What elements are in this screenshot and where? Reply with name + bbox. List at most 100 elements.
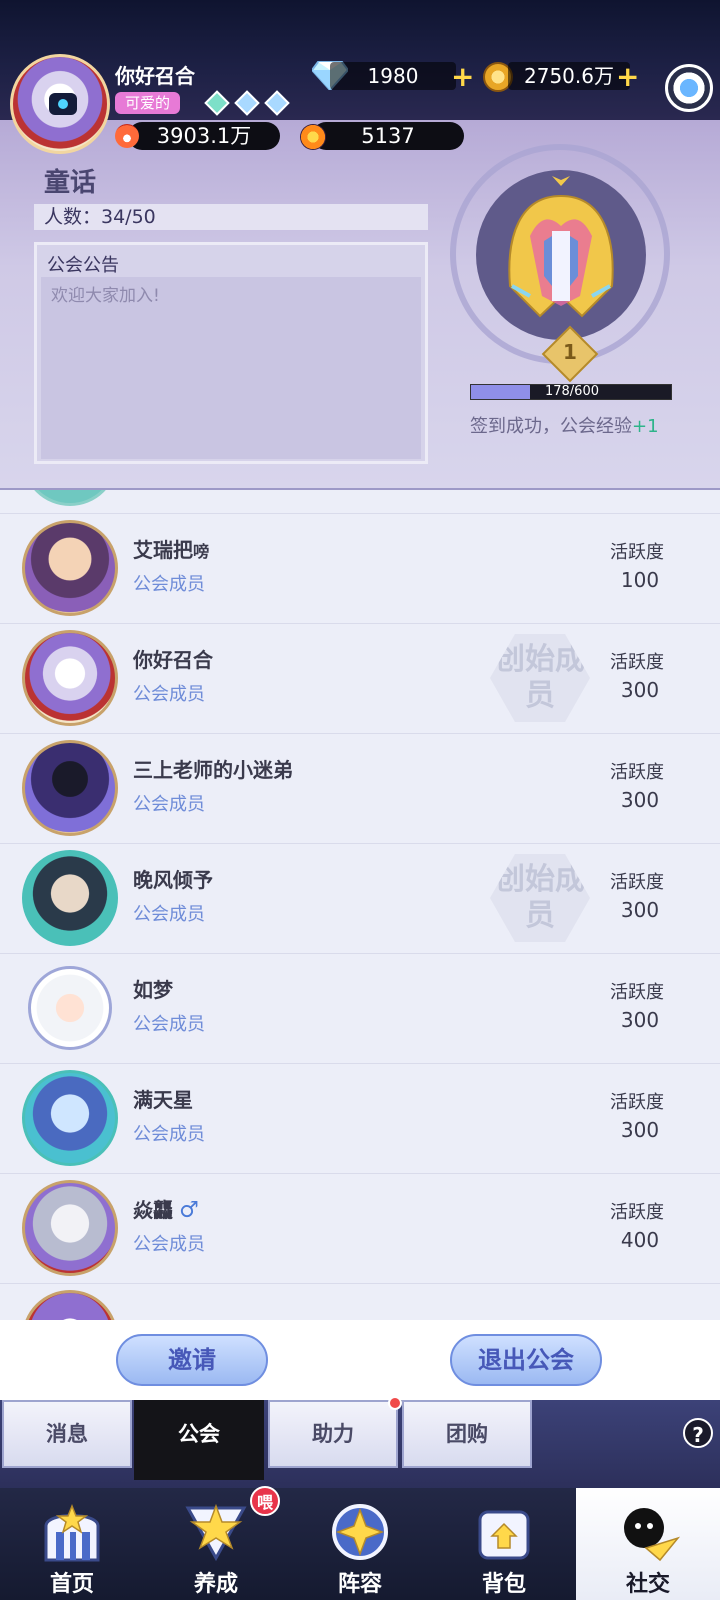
guild-notice-title: 公会公告 (47, 255, 119, 276)
develop-star-icon (185, 1503, 247, 1562)
member-avatar[interactable] (22, 490, 118, 506)
tab-guild[interactable]: 公会 (134, 1400, 264, 1480)
title-gem-icon (264, 90, 290, 116)
guild-level: 1 (563, 340, 577, 364)
activity-label: 活跃度 (610, 1202, 664, 1223)
activity-label: 活跃度 (610, 982, 664, 1003)
title-gem-icon (204, 90, 230, 116)
power-value: 3903.1万 (128, 122, 280, 150)
member-role: 公会成员 (133, 904, 205, 925)
fire-power-icon (115, 124, 139, 148)
member-role: 公会成员 (133, 1124, 205, 1145)
activity-value: 300 (620, 1118, 660, 1142)
list-item[interactable]: 焱龘 ♂ 公会成员 活跃度 400 (0, 1174, 720, 1284)
guild-emblem-wings-icon (508, 176, 614, 318)
list-item[interactable]: 你好召合 公会成员 创始成员 活跃度 300 (0, 624, 720, 734)
add-gold-plus-icon[interactable]: + (616, 63, 639, 91)
help-icon[interactable]: ? (683, 1418, 713, 1448)
founder-stamp: 创始成员 (490, 854, 590, 942)
member-name: 焱龘 ♂ (133, 1197, 199, 1223)
avatar-eye-icon (49, 93, 77, 115)
member-avatar[interactable] (22, 1290, 118, 1320)
star-value: 5137 (312, 122, 464, 150)
member-avatar[interactable] (22, 850, 118, 946)
leave-guild-button[interactable]: 退出公会 (450, 1334, 602, 1386)
member-name: 晚风倾予 (133, 868, 213, 892)
member-name: 你好召合 (133, 648, 213, 672)
member-avatar[interactable] (22, 630, 118, 726)
player-name: 你好召合 (115, 64, 195, 88)
activity-value: 100 (620, 568, 660, 592)
action-bar: 邀请 退出公会 (0, 1320, 720, 1400)
tab-assist[interactable]: 助力 (268, 1396, 402, 1468)
gold-count: 2750.6万 (508, 62, 630, 90)
guild-notice-content: 欢迎大家加入! (41, 277, 421, 459)
guild-name: 童话 (44, 168, 97, 198)
home-icon (44, 1503, 100, 1562)
guild-member-count: 人数：34/50 (34, 204, 428, 230)
member-avatar[interactable] (22, 520, 118, 616)
diamond-count: 1980 (330, 62, 456, 90)
bottom-nav: 首页 养成 喂 阵容 背包 社交 (0, 1486, 720, 1600)
nav-develop-label: 养成 (193, 1571, 238, 1597)
nav-lineup-label: 阵容 (337, 1571, 382, 1597)
tab-bar: 消息 公会 助力 团购 ? (0, 1396, 720, 1490)
player-avatar[interactable] (10, 54, 110, 154)
player-title-badge: 可爱的 (115, 92, 181, 114)
guild-member-list[interactable]: 艾瑞把嗙 公会成员 活跃度 100 你好召合 公会成员 创始成员 活跃度 300… (0, 490, 720, 1320)
list-item[interactable]: 满天星 公会成员 活跃度 300 (0, 1064, 720, 1174)
tab-group-buy[interactable]: 团购 (402, 1400, 532, 1468)
tab-assist-label: 助力 (312, 1421, 354, 1446)
member-avatar[interactable] (28, 966, 112, 1050)
member-role: 公会成员 (133, 794, 205, 815)
member-role: 公会成员 (133, 1234, 205, 1255)
settings-gear-icon[interactable] (665, 64, 713, 112)
tab-messages[interactable]: 消息 (2, 1400, 132, 1468)
bag-icon (478, 1510, 530, 1560)
social-icon (624, 1508, 680, 1562)
member-avatar[interactable] (22, 1180, 118, 1276)
member-avatar[interactable] (22, 740, 118, 836)
list-item[interactable]: 如梦 公会成员 活跃度 300 (0, 954, 720, 1064)
activity-value: 400 (620, 1228, 660, 1252)
member-name: 艾瑞把嗙 (133, 538, 210, 562)
guild-info-panel: 童话 人数：34/50 公会公告 欢迎大家加入! 1 178/600 签到成功，… (0, 120, 720, 490)
member-role: 公会成员 (133, 574, 205, 595)
activity-label: 活跃度 (610, 652, 664, 673)
male-gender-icon: ♂ (179, 1197, 199, 1223)
member-name: 满天星 (133, 1088, 193, 1112)
invite-button[interactable]: 邀请 (116, 1334, 268, 1386)
nav-bag[interactable]: 背包 (432, 1488, 576, 1600)
guild-exp-text: 178/600 (544, 384, 599, 399)
list-item[interactable]: 三上老师的小迷弟 公会成员 活跃度 300 (0, 734, 720, 844)
add-diamond-plus-icon[interactable]: + (451, 63, 474, 91)
nav-social[interactable]: 社交 (576, 1488, 720, 1600)
member-role: 公会成员 (133, 1014, 205, 1035)
nav-home[interactable]: 首页 (0, 1488, 144, 1600)
list-item[interactable]: 艾瑞把嗙 公会成员 活跃度 100 (0, 514, 720, 624)
activity-label: 活跃度 (610, 762, 664, 783)
activity-label: 活跃度 (610, 1092, 664, 1113)
checkin-bonus: +1 (632, 416, 659, 437)
star-stat-icon (300, 124, 326, 150)
nav-lineup[interactable]: 阵容 (288, 1488, 432, 1600)
member-avatar[interactable] (22, 1070, 118, 1166)
title-gem-icon (234, 90, 260, 116)
checkin-text: 签到成功，公会经验 (470, 416, 632, 437)
list-item[interactable] (0, 490, 720, 514)
member-name: 三上老师的小迷弟 (133, 758, 293, 782)
guild-notice-box: 公会公告 欢迎大家加入! (34, 242, 428, 464)
activity-value: 300 (620, 898, 660, 922)
nav-social-label: 社交 (625, 1571, 670, 1597)
member-role: 公会成员 (133, 684, 205, 705)
activity-value: 300 (620, 788, 660, 812)
nav-bag-label: 背包 (481, 1571, 526, 1597)
activity-label: 活跃度 (610, 542, 664, 563)
guild-exp-bar: 178/600 (470, 384, 672, 400)
list-item[interactable] (0, 1284, 720, 1320)
nav-home-label: 首页 (49, 1571, 94, 1597)
guild-notice-text: 欢迎大家加入! (51, 286, 160, 306)
list-item[interactable]: 晚风倾予 公会成员 创始成员 活跃度 300 (0, 844, 720, 954)
notification-badge: 喂 (250, 1486, 280, 1516)
founder-stamp: 创始成员 (490, 634, 590, 722)
